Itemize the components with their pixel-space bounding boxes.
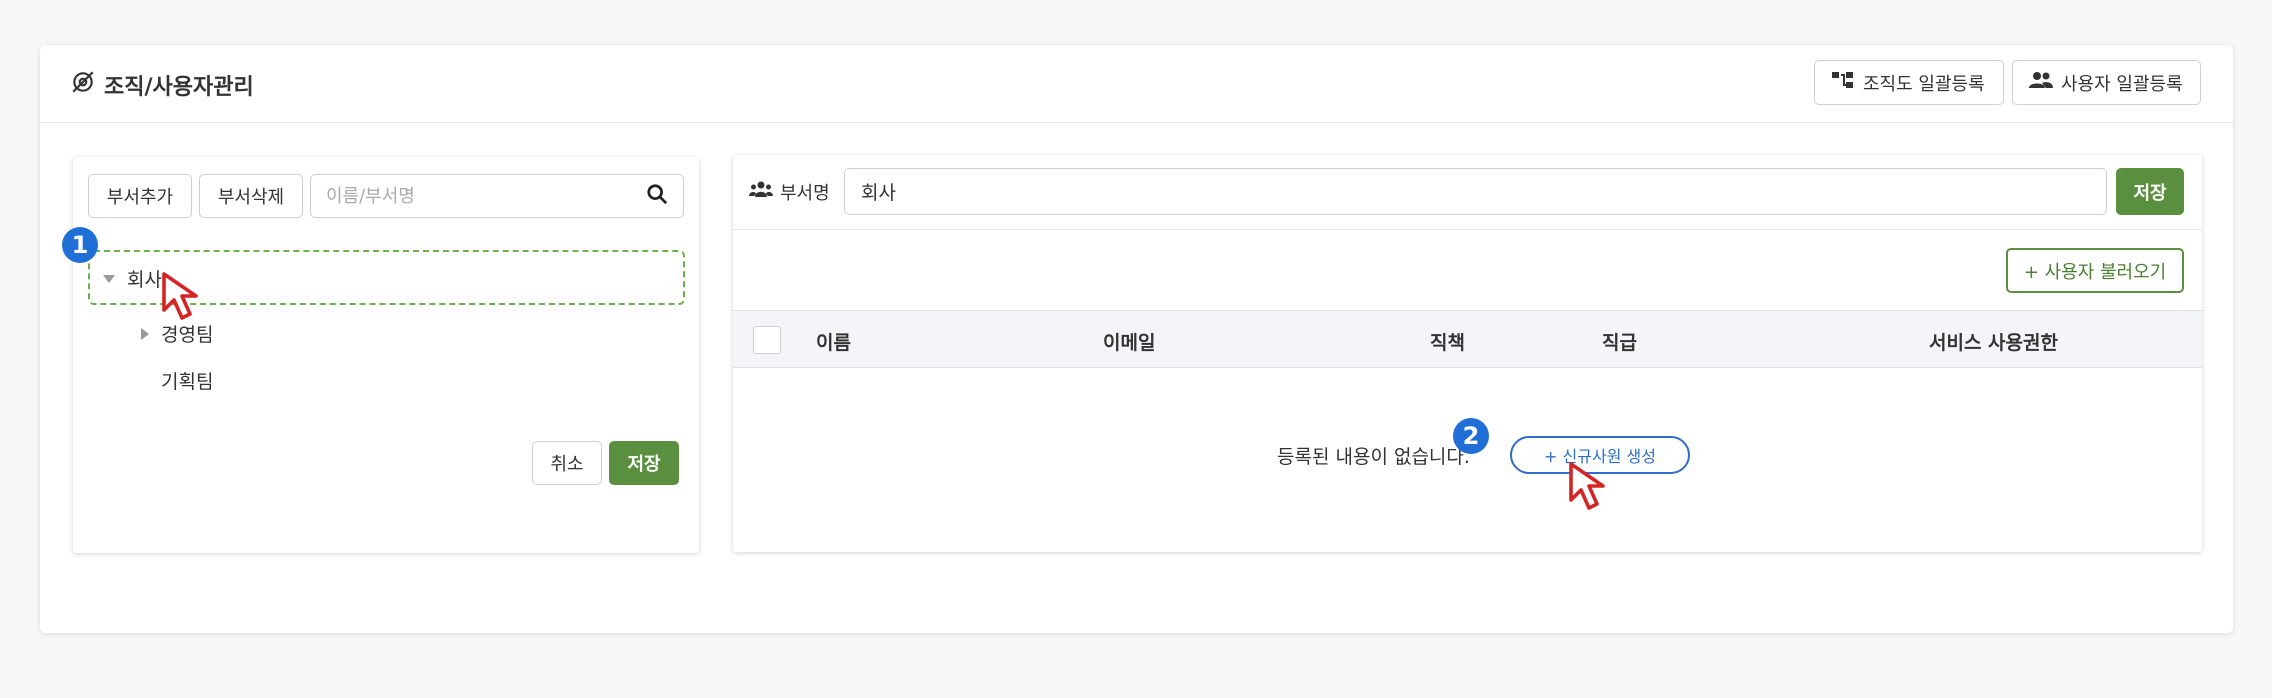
org-chart-icon [1831,70,1855,95]
column-header-rank: 직급 [1602,332,1637,354]
page-title-text: 조직/사용자관리 [104,75,254,100]
column-header-duty: 직책 [1430,332,1465,354]
search-box [310,174,684,218]
search-icon[interactable] [646,183,668,209]
dept-name-label-text: 부서명 [780,183,830,204]
cancel-button[interactable]: 취소 [532,441,602,485]
tree-node-label: 회사 [127,269,162,291]
user-bulk-register-button[interactable]: 사용자 일괄등록 [2012,60,2201,105]
search-input[interactable] [326,185,646,207]
user-management-card: 조직/사용자관리 조직도 일괄등록 사용자 일괄등록 부서추가 부서삭제 이름/… [40,45,2233,633]
column-header-email: 이메일 [1103,332,1156,354]
column-header-permission: 서비스 사용권한 [1929,332,2058,354]
group-icon [749,180,773,205]
add-dept-button[interactable]: 부서추가 [88,174,192,218]
dept-name-label: 부서명 [749,179,830,205]
page-title: 조직/사용자관리 [70,69,254,101]
mouse-pointer-icon [162,272,198,320]
dept-detail-panel: 부서명 회사 저장 + 사용자 불러오기 이름 이메일 직책 직급 서비스 사용… [733,155,2202,552]
step-badge-1: 1 [62,227,98,263]
dept-tree-panel: 부서추가 부서삭제 회사 경영팀 기획팀 취소 저장 [73,157,699,553]
load-users-button[interactable]: + 사용자 불러오기 [2006,248,2184,293]
caret-down-icon[interactable] [103,274,115,283]
org-settings-icon [70,69,96,101]
step-badge-2: 2 [1453,418,1489,454]
tree-node-label: 기획팀 [161,371,214,393]
dept-name-row: 부서명 회사 저장 [733,155,2202,230]
mouse-pointer-icon [1569,462,1605,510]
tree-node-management-team[interactable]: 경영팀 [141,320,213,347]
org-bulk-register-button[interactable]: 조직도 일괄등록 [1814,60,2004,105]
column-header-name: 이름 [816,332,851,354]
dept-name-input[interactable]: 회사 [844,168,2107,215]
delete-dept-button[interactable]: 부서삭제 [199,174,303,218]
save-tree-button[interactable]: 저장 [609,441,679,485]
tree-node-planning-team[interactable]: 기획팀 [161,367,213,394]
tree-node-company[interactable]: 회사 [103,265,162,292]
user-bulk-register-label: 사용자 일괄등록 [2061,73,2183,95]
save-dept-button[interactable]: 저장 [2116,168,2184,215]
tree-node-label: 경영팀 [161,324,214,346]
org-bulk-register-label: 조직도 일괄등록 [1863,73,1985,95]
empty-message: 등록된 내용이 없습니다. [1277,446,1470,468]
caret-right-icon[interactable] [141,327,149,340]
card-header: 조직/사용자관리 조직도 일괄등록 사용자 일괄등록 [40,45,2233,123]
table-header: 이름 이메일 직책 직급 서비스 사용권한 [733,310,2202,368]
users-icon [2029,70,2053,95]
select-all-checkbox[interactable] [753,326,781,354]
